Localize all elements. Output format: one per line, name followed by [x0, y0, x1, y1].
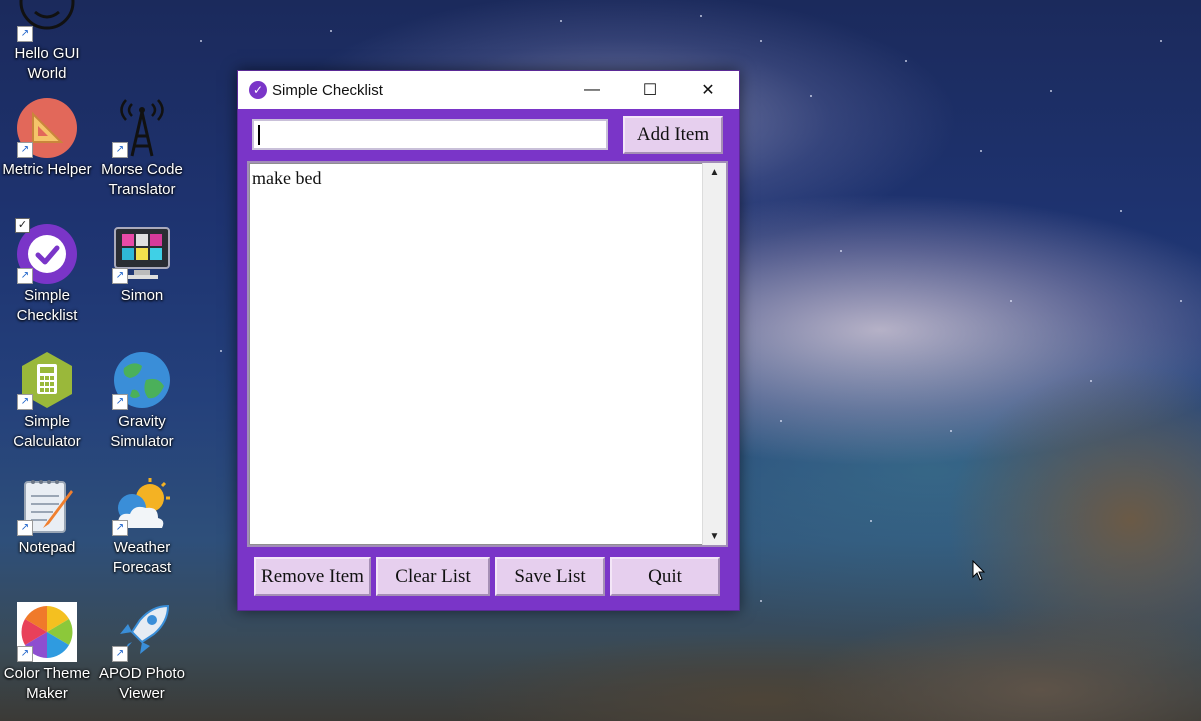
desktop-icon-notepad[interactable]: ↗ Notepad: [0, 476, 95, 558]
checkmark-circle-icon: ✓ ↗: [15, 218, 77, 284]
shortcut-arrow-icon: ↗: [17, 268, 33, 284]
simple-checklist-window: ✓ Simple Checklist — ☐ ✕ Add Item make b…: [237, 70, 740, 611]
ruler-triangle-icon: ↗: [17, 98, 77, 158]
shortcut-arrow-icon: ↗: [17, 394, 33, 410]
desktop-icon-label: Simple Calculator: [13, 413, 81, 450]
desktop-icon-color-theme-maker[interactable]: ↗ Color Theme Maker: [0, 602, 95, 704]
desktop-icon-label: Hello GUI World: [14, 45, 80, 82]
shortcut-arrow-icon: ↗: [112, 268, 128, 284]
shortcut-arrow-icon: ↗: [17, 646, 33, 662]
vertical-scrollbar[interactable]: ▲ ▼: [702, 163, 726, 545]
notepad-icon: ↗: [17, 476, 77, 536]
list-area[interactable]: make bed: [249, 163, 702, 545]
item-entry-input[interactable]: [254, 121, 606, 148]
desktop-icon-label: Gravity Simulator: [110, 413, 174, 450]
selection-checkbox-icon[interactable]: ✓: [15, 218, 30, 233]
color-wheel-icon: ↗: [17, 602, 77, 662]
desktop-icon-simple-calculator[interactable]: ↗ Simple Calculator: [0, 350, 95, 452]
shortcut-arrow-icon: ↗: [17, 142, 33, 158]
save-list-button[interactable]: Save List: [495, 557, 605, 596]
clear-list-button[interactable]: Clear List: [376, 557, 490, 596]
desktop-icon-simon[interactable]: ↗ Simon: [94, 224, 190, 306]
rocket-icon: ↗: [112, 602, 172, 662]
monitor-grid-icon: ↗: [112, 224, 172, 284]
desktop-icon-simple-checklist[interactable]: ✓ ↗ Simple Checklist: [0, 218, 95, 326]
title-bar[interactable]: ✓ Simple Checklist — ☐ ✕: [238, 71, 739, 109]
globe-icon: ↗: [112, 350, 172, 410]
desktop-icon-label: Weather Forecast: [112, 539, 172, 576]
minimize-icon: —: [584, 81, 600, 98]
desktop-icon-label: Simon: [120, 287, 164, 304]
window-title: Simple Checklist: [272, 81, 383, 99]
checkmark-circle-icon: ✓: [249, 81, 267, 99]
desktop-icon-label: Morse Code Translator: [101, 161, 183, 198]
shortcut-arrow-icon: ↗: [112, 142, 128, 158]
shortcut-arrow-icon: ↗: [112, 646, 128, 662]
desktop-icon-label: Simple Checklist: [16, 287, 78, 324]
desktop-icon-label: APOD Photo Viewer: [99, 665, 185, 702]
desktop-icon-weather-forecast[interactable]: ↗ Weather Forecast: [94, 476, 190, 578]
smiley-icon: ↗: [17, 0, 77, 42]
desktop-icon-hello-gui-world[interactable]: ↗ Hello GUI World: [0, 0, 95, 84]
text-caret: [258, 125, 260, 145]
close-icon: ✕: [701, 82, 715, 99]
sun-cloud-icon: ↗: [112, 476, 172, 536]
desktop-icon-label: Color Theme Maker: [3, 665, 91, 702]
desktop-icon-gravity-simulator[interactable]: ↗ Gravity Simulator: [94, 350, 190, 452]
desktop-icon-morse-code-translator[interactable]: ↗ Morse Code Translator: [94, 98, 190, 200]
desktop-icon-label: Metric Helper: [2, 161, 92, 178]
item-entry-field[interactable]: [252, 119, 608, 150]
shortcut-arrow-icon: ↗: [17, 520, 33, 536]
list-item[interactable]: make bed: [250, 164, 702, 189]
remove-item-button[interactable]: Remove Item: [254, 557, 371, 596]
checklist-listbox[interactable]: make bed ▲ ▼: [247, 161, 728, 547]
minimize-button[interactable]: —: [569, 71, 615, 109]
maximize-icon: ☐: [642, 82, 658, 99]
desktop-icon-label: Notepad: [18, 539, 76, 556]
close-button[interactable]: ✕: [685, 71, 731, 109]
scroll-up-arrow-icon[interactable]: ▲: [703, 163, 726, 181]
add-item-button[interactable]: Add Item: [623, 116, 723, 154]
maximize-button[interactable]: ☐: [627, 71, 673, 109]
shortcut-arrow-icon: ↗: [17, 26, 33, 42]
shortcut-arrow-icon: ↗: [112, 394, 128, 410]
desktop-icon-metric-helper[interactable]: ↗ Metric Helper: [0, 98, 95, 180]
shortcut-arrow-icon: ↗: [112, 520, 128, 536]
scroll-down-arrow-icon[interactable]: ▼: [703, 527, 726, 545]
calculator-icon: ↗: [17, 350, 77, 410]
radio-tower-icon: ↗: [112, 98, 172, 158]
quit-button[interactable]: Quit: [610, 557, 720, 596]
desktop-icon-apod-photo-viewer[interactable]: ↗ APOD Photo Viewer: [94, 602, 190, 704]
